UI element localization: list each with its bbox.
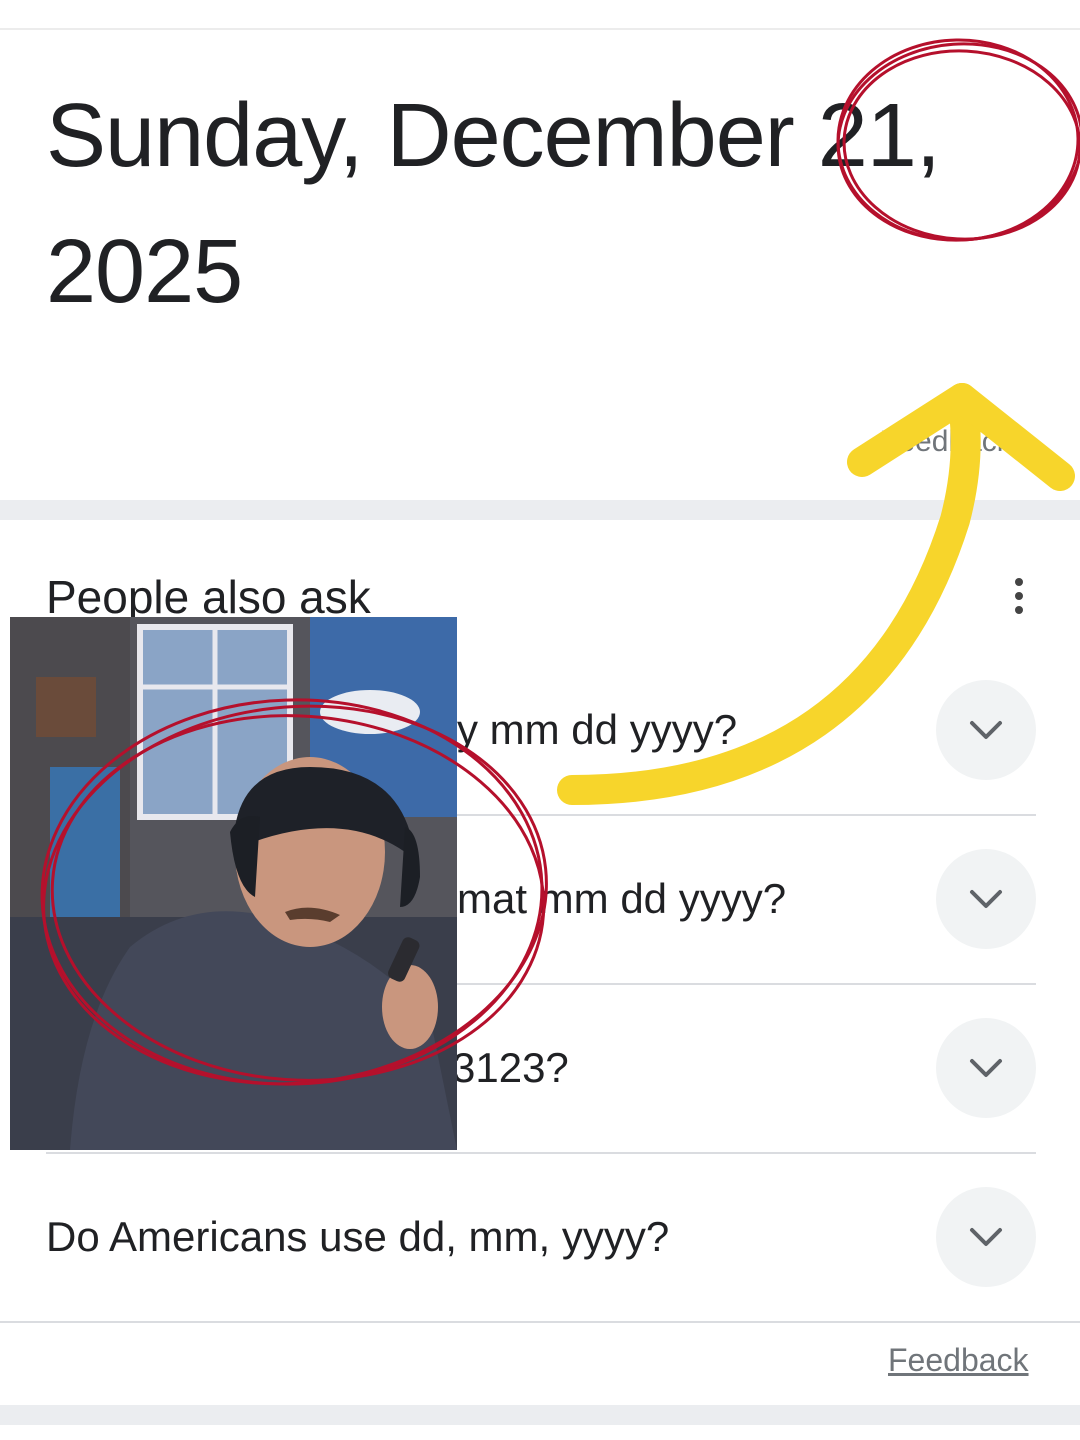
people-also-ask-title: People also ask — [46, 571, 371, 623]
chevron-down-icon — [970, 721, 1002, 739]
date-line-2: 2025 — [46, 222, 243, 322]
bottom-separator — [0, 1405, 1080, 1425]
expand-button[interactable] — [936, 1187, 1036, 1287]
top-divider — [0, 28, 1080, 30]
expand-button[interactable] — [936, 1018, 1036, 1118]
answer-feedback-link[interactable]: Feedback — [880, 425, 1012, 459]
chevron-down-icon — [970, 1059, 1002, 1077]
question-text: y mm dd yyyy? — [457, 706, 738, 753]
question-text: mat mm dd yyyy? — [457, 875, 787, 922]
section-divider — [0, 1321, 1080, 1323]
webcam-image — [10, 617, 457, 1150]
chevron-down-icon — [970, 890, 1002, 908]
date-line-1: Sunday, December 21, — [46, 86, 941, 186]
expand-button[interactable] — [936, 680, 1036, 780]
webcam-overlay — [10, 617, 457, 1150]
question-row-4[interactable]: Do Americans use dd, mm, yyyy? — [0, 1152, 1080, 1321]
question-text: 3123? — [452, 1044, 569, 1091]
feedback-link[interactable]: Feedback — [888, 1342, 1029, 1379]
answer-date: Sunday, December 21, 2025 — [46, 68, 1046, 340]
section-separator — [0, 500, 1080, 520]
more-vert-icon[interactable] — [1006, 578, 1032, 618]
chevron-down-icon — [970, 1228, 1002, 1246]
expand-button[interactable] — [936, 849, 1036, 949]
question-text: Do Americans use dd, mm, yyyy? — [46, 1213, 670, 1260]
